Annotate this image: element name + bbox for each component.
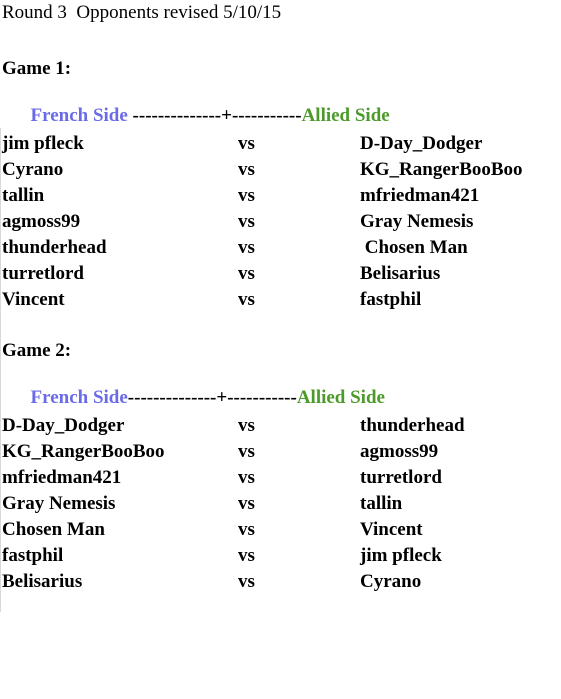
- versus-label: vs: [238, 545, 255, 566]
- matchup-row: thunderhead vs Chosen Man: [0, 235, 561, 261]
- versus-label: vs: [238, 237, 255, 258]
- versus-label: vs: [238, 263, 255, 284]
- versus-label: vs: [238, 519, 255, 540]
- game-1-heading: Game 1:: [2, 58, 72, 79]
- french-player: Vincent: [2, 289, 65, 310]
- allied-side-label: Allied Side: [296, 387, 385, 408]
- allied-player: turretlord: [360, 467, 442, 488]
- french-player: turretlord: [2, 263, 84, 284]
- allied-player: Cyrano: [360, 571, 422, 592]
- matchup-row: Belisarius vs Cyrano: [0, 569, 561, 595]
- french-player: thunderhead: [2, 237, 107, 258]
- matchup-row: agmoss99 vs Gray Nemesis: [0, 209, 561, 235]
- versus-label: vs: [238, 133, 255, 154]
- versus-label: vs: [238, 441, 255, 462]
- french-player: agmoss99: [2, 211, 81, 232]
- french-player: Chosen Man: [2, 519, 105, 540]
- matchup-row: Vincent vs fastphil: [0, 287, 561, 313]
- allied-player: fastphil: [360, 289, 422, 310]
- matchup-row: fastphil vs jim pfleck: [0, 543, 561, 569]
- versus-label: vs: [238, 571, 255, 592]
- french-player: KG_RangerBooBoo: [2, 441, 165, 462]
- game-2-matchup-list: D-Day_Dodger vs thunderhead KG_RangerBoo…: [0, 413, 561, 595]
- allied-player: tallin: [360, 493, 403, 514]
- french-player: Belisarius: [2, 571, 83, 592]
- versus-label: vs: [238, 159, 255, 180]
- french-player: Gray Nemesis: [2, 493, 116, 514]
- french-player: D-Day_Dodger: [2, 415, 125, 436]
- french-player: Cyrano: [2, 159, 64, 180]
- matchup-row: Gray Nemesis vs tallin: [0, 491, 561, 517]
- allied-player: Vincent: [360, 519, 423, 540]
- document-title: Round 3 Opponents revised 5/10/15: [2, 2, 282, 23]
- allied-player: KG_RangerBooBoo: [360, 159, 523, 180]
- allied-player: jim pfleck: [360, 545, 442, 566]
- allied-player: Gray Nemesis: [360, 211, 474, 232]
- french-side-label: French Side: [30, 105, 128, 126]
- versus-label: vs: [238, 493, 255, 514]
- versus-label: vs: [238, 289, 255, 310]
- matchup-row: mfriedman421 vs turretlord: [0, 465, 561, 491]
- matchup-row: tallin vs mfriedman421: [0, 183, 561, 209]
- matchup-row: jim pfleck vs D-Day_Dodger: [0, 131, 561, 157]
- versus-label: vs: [238, 211, 255, 232]
- french-player: fastphil: [2, 545, 64, 566]
- matchup-row: KG_RangerBooBoo vs agmoss99: [0, 439, 561, 465]
- french-player: tallin: [2, 185, 45, 206]
- side-separator-rule: --------------+-----------: [127, 105, 302, 126]
- french-side-label: French Side: [30, 387, 128, 408]
- game-2-heading: Game 2:: [2, 340, 72, 361]
- matchup-row: Cyrano vs KG_RangerBooBoo: [0, 157, 561, 183]
- matchup-row: Chosen Man vs Vincent: [0, 517, 561, 543]
- side-separator-rule: --------------+-----------: [127, 387, 297, 408]
- allied-side-label: Allied Side: [301, 105, 390, 126]
- versus-label: vs: [238, 415, 255, 436]
- french-player: mfriedman421: [2, 467, 122, 488]
- allied-player: agmoss99: [360, 441, 439, 462]
- versus-label: vs: [238, 467, 255, 488]
- matchup-row: D-Day_Dodger vs thunderhead: [0, 413, 561, 439]
- allied-player: D-Day_Dodger: [360, 133, 483, 154]
- allied-player: Belisarius: [360, 263, 441, 284]
- allied-player: thunderhead: [360, 415, 465, 436]
- game-1-matchup-list: jim pfleck vs D-Day_Dodger Cyrano vs KG_…: [0, 131, 561, 313]
- allied-player: Chosen Man: [360, 237, 468, 258]
- versus-label: vs: [238, 185, 255, 206]
- allied-player: mfriedman421: [360, 185, 480, 206]
- matchup-row: turretlord vs Belisarius: [0, 261, 561, 287]
- french-player: jim pfleck: [2, 133, 84, 154]
